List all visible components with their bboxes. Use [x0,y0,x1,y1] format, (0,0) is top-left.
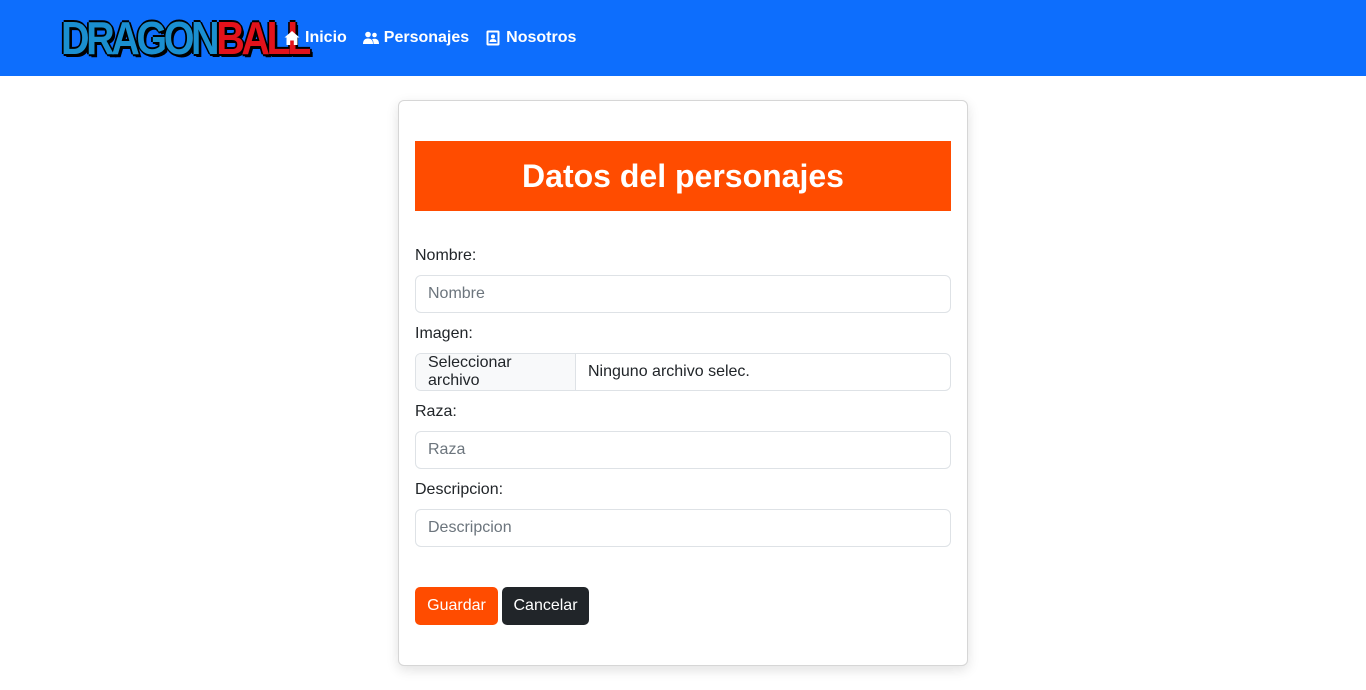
nombre-input[interactable] [415,275,951,313]
raza-input[interactable] [415,431,951,469]
imagen-file-input[interactable]: Seleccionar archivo Ninguno archivo sele… [415,353,951,391]
nav-link-label: Nosotros [506,29,577,46]
descripcion-input[interactable] [415,509,951,547]
dragon-ball-logo[interactable]: DRAGON BALL [61,12,311,64]
imagen-label: Imagen: [415,325,473,342]
id-badge-icon [486,30,500,46]
home-icon [284,31,300,45]
character-form-card: Datos del personajes Nombre: Imagen: Sel… [398,100,968,666]
save-button[interactable]: Guardar [415,587,498,625]
cancel-button[interactable]: Cancelar [502,587,589,625]
file-status-text: Ninguno archivo selec. [588,363,750,380]
nav-link-label: Personajes [383,29,470,46]
nav-link-personajes[interactable]: Personajes [362,29,470,47]
raza-label: Raza: [415,403,457,420]
navbar: DRAGON BALL Inicio Personajes Nosotros [0,0,1366,76]
logo-part-dragon: DRAGON [61,12,220,64]
select-file-button[interactable]: Seleccionar archivo [416,354,576,390]
nav-link-label: Inicio [305,29,347,46]
nav-links: Inicio Personajes Nosotros [284,0,592,76]
nombre-label: Nombre: [415,247,477,264]
users-icon [362,31,379,44]
descripcion-label: Descripcion: [415,481,504,498]
form-title: Datos del personajes [415,141,951,211]
nav-link-nosotros[interactable]: Nosotros [485,29,576,47]
nav-link-inicio[interactable]: Inicio [284,29,347,47]
